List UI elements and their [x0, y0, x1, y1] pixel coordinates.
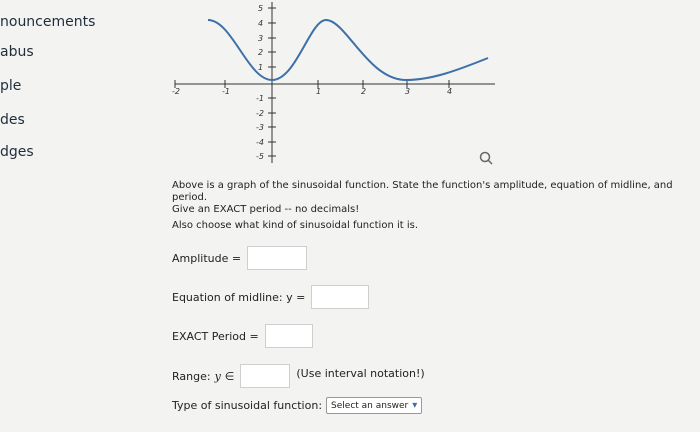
- type-select-value: Select an answer: [331, 400, 409, 411]
- y-tick-label: -1: [256, 94, 264, 103]
- midline-input[interactable]: [311, 285, 370, 309]
- range-note: (Use interval notation!): [296, 366, 425, 380]
- sidebar: nouncements abus ple des dges: [0, 0, 140, 432]
- prompt-line-2: Give an EXACT period -- no decimals!: [172, 204, 360, 215]
- chevron-down-icon: ▾: [412, 400, 418, 411]
- sinusoid-curve: [207, 18, 489, 82]
- y-tick-label: 3: [258, 34, 263, 43]
- question-prompt: Above is a graph of the sinusoidal funct…: [172, 180, 697, 216]
- x-tick-label: 4: [447, 87, 452, 96]
- y-tick-label: 2: [258, 48, 263, 57]
- sidebar-item-grades[interactable]: des: [0, 112, 25, 128]
- x-tick-label: 3: [405, 87, 410, 96]
- period-input[interactable]: [264, 324, 313, 348]
- range-input[interactable]: [240, 364, 291, 388]
- y-tick-label: -2: [256, 109, 264, 118]
- y-tick-label: 1: [258, 63, 263, 72]
- sinusoid-graph: -2 -1 1 2 3 4 5 4 3 2 1 -1 -2 -3 -4 -5: [172, 2, 495, 163]
- period-label: EXACT Period =: [172, 329, 259, 343]
- prompt-line-1: Above is a graph of the sinusoidal funct…: [172, 180, 673, 203]
- type-row: Type of sinusoidal function: Select an a…: [172, 397, 423, 414]
- y-tick-label: 4: [258, 19, 263, 28]
- prompt-line-3: Also choose what kind of sinusoidal func…: [172, 220, 419, 231]
- x-tick-label: 2: [361, 87, 366, 96]
- sidebar-item-badges[interactable]: dges: [0, 144, 34, 160]
- midline-row: Equation of midline: y =: [172, 285, 370, 309]
- amplitude-row: Amplitude =: [172, 246, 308, 270]
- range-row: Range: y ∈ (Use interval notation!): [172, 364, 425, 388]
- x-tick-label: -2: [172, 87, 180, 96]
- amplitude-input[interactable]: [247, 246, 308, 270]
- y-tick-label: -5: [256, 152, 264, 161]
- range-variable: y: [214, 369, 221, 383]
- sidebar-item-announcements[interactable]: nouncements: [0, 14, 95, 30]
- type-label: Type of sinusoidal function:: [172, 399, 323, 412]
- range-label: Range:: [172, 369, 211, 383]
- type-select[interactable]: Select an answer ▾: [326, 397, 423, 414]
- y-tick-label: 5: [258, 4, 263, 13]
- x-tick-label: 1: [316, 87, 321, 96]
- x-tick-label: -1: [222, 87, 230, 96]
- search-icon[interactable]: [478, 150, 494, 166]
- y-tick-label: -4: [256, 138, 264, 147]
- y-tick-label: -3: [256, 123, 264, 132]
- amplitude-label: Amplitude =: [172, 251, 242, 265]
- range-element-symbol: ∈: [224, 369, 235, 383]
- period-row: EXACT Period =: [172, 324, 313, 348]
- sidebar-item-syllabus[interactable]: abus: [0, 44, 34, 60]
- sidebar-item-people[interactable]: ple: [0, 78, 21, 94]
- midline-label: Equation of midline: y =: [172, 290, 306, 304]
